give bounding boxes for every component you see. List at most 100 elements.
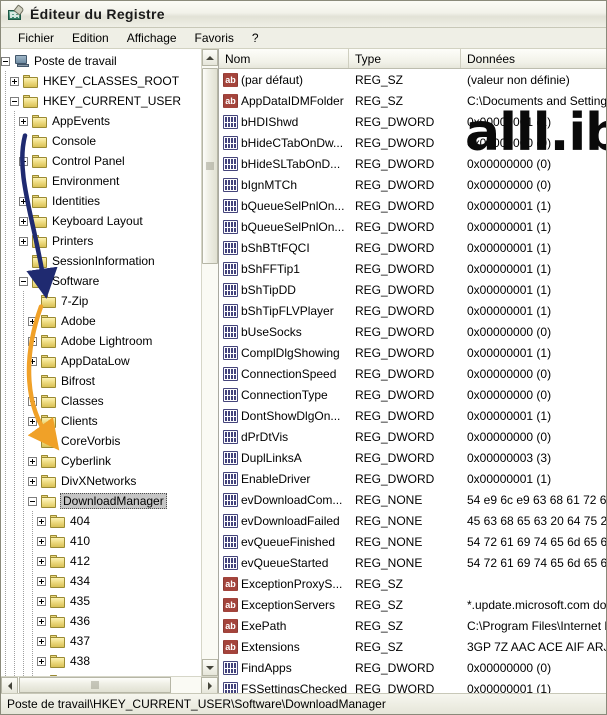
table-row[interactable]: evDownloadCom... REG_NONE 54 e9 6c e9 63 6…	[219, 489, 606, 510]
table-row[interactable]: bQueueSelPnlOn... REG_DWORD 0x00000001 (1)	[219, 216, 606, 237]
tree-node-software[interactable]: Software	[1, 271, 201, 291]
collapse-node-icon[interactable]	[1, 56, 10, 66]
tree-node-412[interactable]: 412	[1, 551, 201, 571]
tree-node-adobe-lightroom[interactable]: Adobe Lightroom	[1, 331, 201, 351]
expand-node-icon[interactable]	[19, 196, 28, 206]
tree-horizontal-scrollbar[interactable]	[1, 676, 218, 693]
column-header-type[interactable]: Type	[349, 49, 461, 68]
table-row[interactable]: evDownloadFailed REG_NONE 45 63 68 65 63 2…	[219, 510, 606, 531]
expand-node-icon[interactable]	[28, 316, 37, 326]
expand-node-icon[interactable]	[19, 236, 28, 246]
tree-node-poste-de-travail[interactable]: Poste de travail	[1, 51, 201, 71]
collapse-node-icon[interactable]	[10, 96, 19, 106]
table-row[interactable]: ComplDlgShowing REG_DWORD 0x00000001 (1)	[219, 342, 606, 363]
scroll-up-button[interactable]	[202, 49, 218, 66]
table-row[interactable]: ExceptionServers REG_SZ *.update.microsoft…	[219, 594, 606, 615]
table-row[interactable]: ConnectionSpeed REG_DWORD 0x00000000 (0)	[219, 363, 606, 384]
table-row[interactable]: DontShowDlgOn... REG_DWORD 0x00000001 (1)	[219, 405, 606, 426]
expand-node-icon[interactable]	[28, 456, 37, 466]
expand-node-icon[interactable]	[10, 76, 19, 86]
tree-node-printers[interactable]: Printers	[1, 231, 201, 251]
tree-node-hkey-classes-root[interactable]: HKEY_CLASSES_ROOT	[1, 71, 201, 91]
table-row[interactable]: Extensions REG_SZ 3GP 7Z AAC ACE AIF ARJ A…	[219, 636, 606, 657]
menu-aide[interactable]: ?	[243, 29, 268, 48]
expand-node-icon[interactable]	[19, 216, 28, 226]
tree-node-corevorbis[interactable]: CoreVorbis	[1, 431, 201, 451]
menu-fichier[interactable]: Fichier	[9, 29, 63, 48]
scroll-right-button[interactable]	[201, 677, 218, 693]
tree-node-435[interactable]: 435	[1, 591, 201, 611]
table-row[interactable]: DuplLinksA REG_DWORD 0x00000003 (3)	[219, 447, 606, 468]
table-row[interactable]: bUseSocks REG_DWORD 0x00000000 (0)	[219, 321, 606, 342]
tree-node-console[interactable]: Console	[1, 131, 201, 151]
tree-node-classes[interactable]: Classes	[1, 391, 201, 411]
table-row[interactable]: ExceptionProxyS... REG_SZ	[219, 573, 606, 594]
tree-node-appdatalow[interactable]: AppDataLow	[1, 351, 201, 371]
tree-node-keyboard-layout[interactable]: Keyboard Layout	[1, 211, 201, 231]
table-row[interactable]: ExePath REG_SZ C:\Program Files\Internet D…	[219, 615, 606, 636]
tree-vertical-scrollbar[interactable]	[201, 49, 218, 676]
registry-values-list[interactable]: (par défaut) REG_SZ (valeur non définie) Ap…	[219, 69, 606, 693]
scroll-left-button[interactable]	[1, 677, 18, 693]
table-row[interactable]: ConnectionType REG_DWORD 0x00000000 (0)	[219, 384, 606, 405]
table-row[interactable]: bHideSLTabOnD... REG_DWORD 0x00000000 (0)	[219, 153, 606, 174]
tree-horizontal-track[interactable]	[18, 677, 201, 693]
menu-favoris[interactable]: Favoris	[186, 29, 243, 48]
tree-node-404[interactable]: 404	[1, 511, 201, 531]
tree-node-7-zip[interactable]: 7-Zip	[1, 291, 201, 311]
tree-vertical-track[interactable]	[202, 66, 218, 659]
tree-node-cyberlink[interactable]: Cyberlink	[1, 451, 201, 471]
table-row[interactable]: FindApps REG_DWORD 0x00000000 (0)	[219, 657, 606, 678]
tree-node-divxnetworks[interactable]: DivXNetworks	[1, 471, 201, 491]
table-row[interactable]: bShTipFLVPlayer REG_DWORD 0x00000001 (1)	[219, 300, 606, 321]
table-row[interactable]: AppDataIDMFolder REG_SZ C:\Documents and S…	[219, 90, 606, 111]
table-row[interactable]: evQueueFinished REG_NONE 54 72 61 69 74 65…	[219, 531, 606, 552]
tree-node-410[interactable]: 410	[1, 531, 201, 551]
expand-node-icon[interactable]	[37, 556, 46, 566]
expand-node-icon[interactable]	[28, 476, 37, 486]
expand-node-icon[interactable]	[37, 616, 46, 626]
expand-node-icon[interactable]	[28, 396, 37, 406]
scroll-down-button[interactable]	[202, 659, 218, 676]
expand-node-icon[interactable]	[37, 656, 46, 666]
tree-node-control-panel[interactable]: Control Panel	[1, 151, 201, 171]
expand-node-icon[interactable]	[28, 416, 37, 426]
tree-node-environment[interactable]: Environment	[1, 171, 201, 191]
tree-node-clients[interactable]: Clients	[1, 411, 201, 431]
expand-node-icon[interactable]	[37, 636, 46, 646]
tree-node-434[interactable]: 434	[1, 571, 201, 591]
expand-node-icon[interactable]	[28, 336, 37, 346]
column-header-donnees[interactable]: Données	[461, 49, 606, 68]
registry-tree[interactable]: Poste de travail HKEY_CLASSES_ROOT HKEY_CU…	[1, 49, 201, 676]
table-row[interactable]: (par défaut) REG_SZ (valeur non définie)	[219, 69, 606, 90]
tree-node-437[interactable]: 437	[1, 631, 201, 651]
tree-node-436[interactable]: 436	[1, 611, 201, 631]
tree-node-hkey-current-user[interactable]: HKEY_CURRENT_USER	[1, 91, 201, 111]
tree-node-downloadmanager[interactable]: DownloadManager	[1, 491, 201, 511]
table-row[interactable]: dPrDtVis REG_DWORD 0x00000000 (0)	[219, 426, 606, 447]
table-row[interactable]: FSSettingsChecked REG_DWORD 0x00000001 (1)	[219, 678, 606, 693]
column-header-nom[interactable]: Nom	[219, 49, 349, 68]
table-row[interactable]: bShFFTip1 REG_DWORD 0x00000001 (1)	[219, 258, 606, 279]
collapse-node-icon[interactable]	[19, 276, 28, 286]
expand-node-icon[interactable]	[19, 156, 28, 166]
table-row[interactable]: bHideCTabOnDw... REG_DWORD 0x00000000 (0)	[219, 132, 606, 153]
table-row[interactable]: evQueueStarted REG_NONE 54 72 61 69 74 65 …	[219, 552, 606, 573]
tree-node-438[interactable]: 438	[1, 651, 201, 671]
tree-node-bifrost[interactable]: Bifrost	[1, 371, 201, 391]
tree-vertical-thumb[interactable]	[202, 68, 218, 264]
expand-node-icon[interactable]	[37, 596, 46, 606]
expand-node-icon[interactable]	[37, 516, 46, 526]
menu-affichage[interactable]: Affichage	[118, 29, 186, 48]
tree-node-439[interactable]: 439	[1, 671, 201, 676]
expand-node-icon[interactable]	[28, 356, 37, 366]
tree-horizontal-thumb[interactable]	[19, 677, 171, 693]
table-row[interactable]: EnableDriver REG_DWORD 0x00000001 (1)	[219, 468, 606, 489]
table-row[interactable]: bShTipDD REG_DWORD 0x00000001 (1)	[219, 279, 606, 300]
collapse-node-icon[interactable]	[28, 496, 37, 506]
table-row[interactable]: bIgnMTCh REG_DWORD 0x00000000 (0)	[219, 174, 606, 195]
tree-node-adobe[interactable]: Adobe	[1, 311, 201, 331]
table-row[interactable]: bShBTtFQCI REG_DWORD 0x00000001 (1)	[219, 237, 606, 258]
table-row[interactable]: bQueueSelPnlOn... REG_DWORD 0x00000001 (1)	[219, 195, 606, 216]
tree-node-sessioninformation[interactable]: SessionInformation	[1, 251, 201, 271]
